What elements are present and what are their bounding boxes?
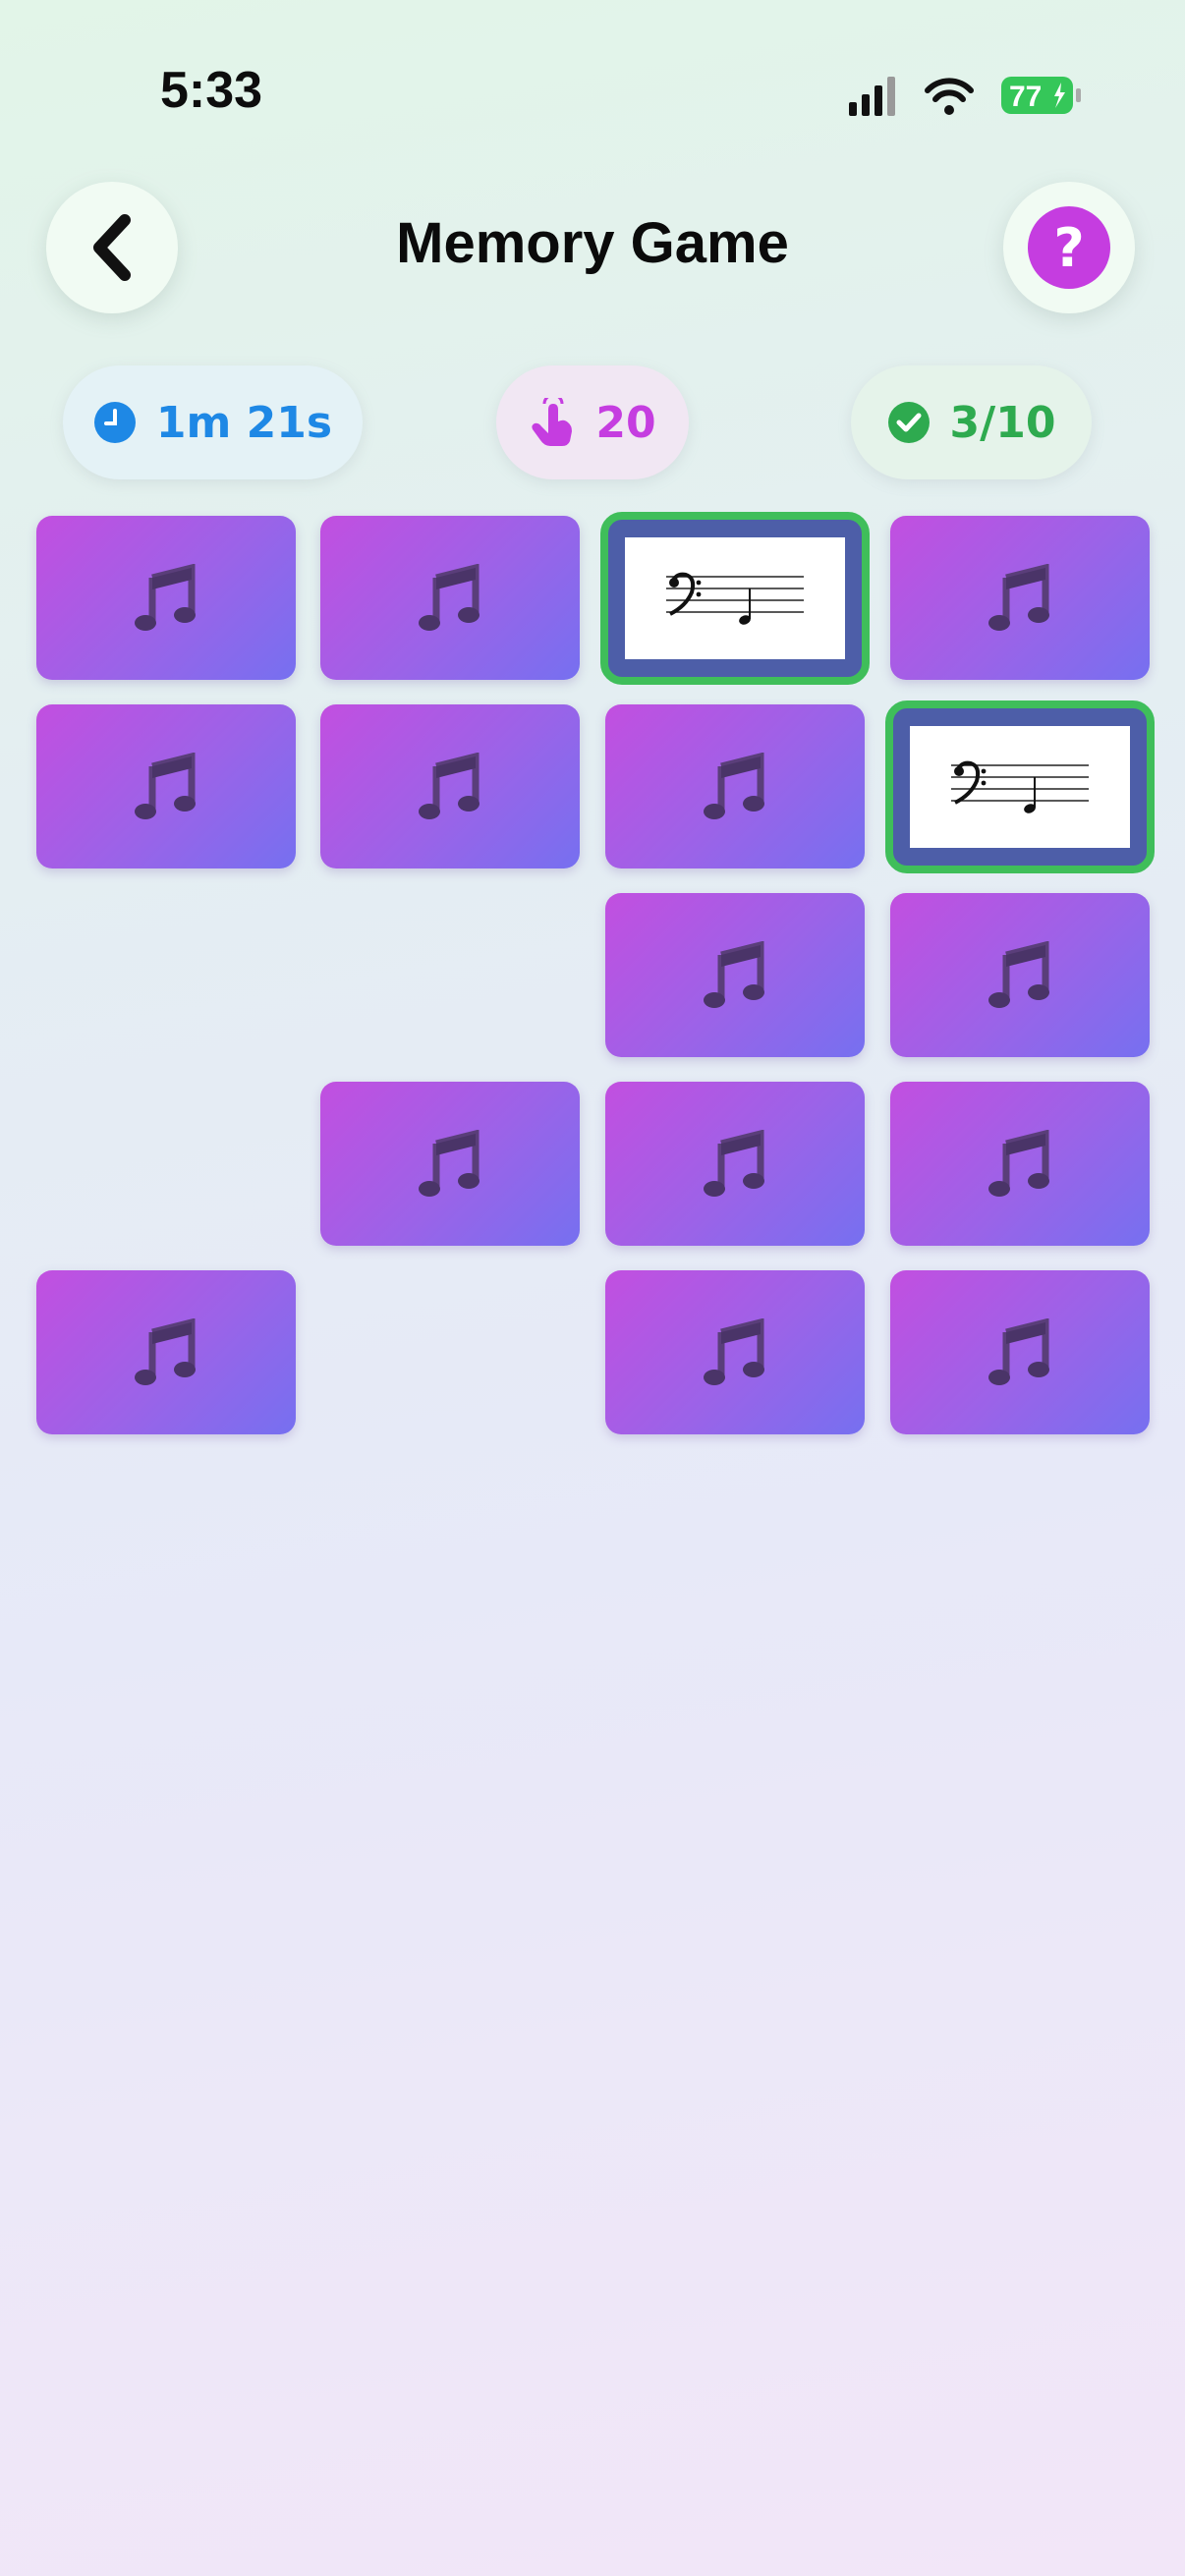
memory-card-flipped[interactable] [885,700,1155,873]
memory-card[interactable] [605,1270,865,1434]
moves-badge: 20 [496,365,689,479]
music-note-icon [988,940,1049,1008]
bass-clef-note-icon [666,572,804,625]
question-icon: ? [1028,206,1110,289]
clock-icon [93,402,136,443]
memory-card[interactable] [36,516,296,680]
memory-card[interactable] [890,1270,1150,1434]
memory-card[interactable] [890,1082,1150,1246]
music-note-icon [419,752,480,819]
battery-level: 77 [1009,81,1042,113]
wifi-icon [925,78,974,115]
music-note-icon [135,1317,196,1385]
music-note-icon [135,563,196,631]
bass-clef-note-icon [951,760,1089,813]
card-face [910,726,1130,848]
memory-card[interactable] [36,704,296,868]
help-button[interactable]: ? [1003,182,1135,313]
music-note-icon [704,1317,764,1385]
music-note-icon [704,752,764,819]
memory-card[interactable] [36,1270,296,1434]
music-note-icon [988,1129,1049,1197]
timer-badge: 1m 21s [63,365,363,479]
checkmark-icon [887,402,930,443]
status-icons: 77 [849,77,1081,116]
memory-card[interactable] [605,704,865,868]
card-face [625,537,845,659]
moves-count: 20 [595,397,656,448]
music-note-icon [419,563,480,631]
memory-card[interactable] [320,704,580,868]
music-note-icon [988,563,1049,631]
status-time: 5:33 [160,62,263,119]
pairs-found: 3/10 [949,397,1056,448]
memory-card[interactable] [605,893,865,1057]
memory-card[interactable] [605,1082,865,1246]
music-note-icon [704,1129,764,1197]
memory-card[interactable] [890,516,1150,680]
pairs-badge: 3/10 [851,365,1092,479]
music-note-icon [704,940,764,1008]
elapsed-time: 1m 21s [155,397,333,448]
memory-card[interactable] [320,516,580,680]
music-note-icon [135,752,196,819]
memory-card-flipped[interactable] [600,512,870,685]
memory-card[interactable] [320,1082,580,1246]
music-note-icon [419,1129,480,1197]
battery-icon: 77 [1001,77,1081,114]
memory-card[interactable] [890,893,1150,1057]
signal-icon [849,77,895,116]
music-note-icon [988,1317,1049,1385]
tap-hand-icon [532,398,573,446]
